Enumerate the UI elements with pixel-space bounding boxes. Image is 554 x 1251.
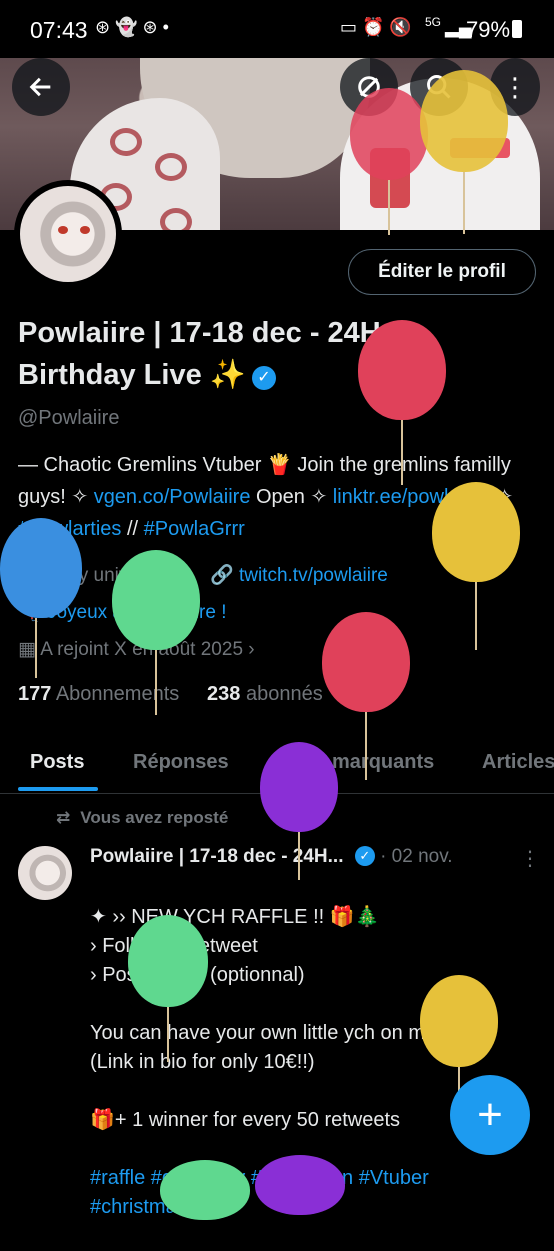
post-author[interactable]: Powlaiire | 17-18 dec - 24H... — [90, 846, 344, 867]
more-icon: ⋮ — [502, 72, 528, 102]
tab-posts[interactable]: Posts — [30, 751, 84, 774]
following-label: Abonnements — [55, 683, 180, 705]
notification-icons: ⊛ 👻 ⊛ • — [95, 17, 169, 37]
post-author-avatar[interactable] — [18, 846, 72, 900]
website-row[interactable]: 🔗 twitch.tv/powlaiire — [210, 563, 388, 587]
bio-link-vgen[interactable]: vgen.co/Powlaiire — [94, 486, 251, 508]
back-button[interactable] — [12, 58, 70, 116]
profile-handle: @Powlaiire — [18, 407, 120, 429]
repost-icon: ⇄ — [56, 808, 71, 827]
following-count: 177 — [18, 683, 52, 705]
followers-link[interactable]: 238 abonnés — [207, 683, 323, 705]
profile-avatar[interactable] — [14, 180, 122, 288]
compose-button[interactable]: + — [450, 1075, 530, 1155]
avatar-image — [20, 186, 116, 282]
repost-label: Vous avez reposté — [80, 808, 229, 827]
followers-label: abonnés — [245, 683, 323, 705]
status-bar: 07:43 ⊛ 👻 ⊛ • ▭ ⏰ 🔇 5G ▂▄ 79% — [0, 0, 554, 58]
repost-indicator: ⇄ Vous avez reposté — [56, 808, 228, 828]
follow-stats: 177 Abonnements 238 abonnés — [18, 683, 323, 706]
active-tab-indicator — [18, 787, 98, 791]
calendar-icon: ▦ — [18, 639, 36, 660]
network-label: 5G — [425, 15, 442, 29]
edit-profile-button[interactable]: Éditer le profil — [348, 249, 536, 295]
profile-name-text: Powlaiire | 17-18 dec - 24H Birthday Liv… — [18, 317, 381, 391]
post-date: · 02 nov. — [380, 846, 453, 867]
link-icon: 🔗 — [210, 565, 234, 586]
bio-hashtag-powlagrrr[interactable]: #PowlaGrrr — [144, 518, 245, 540]
bio-text: Open ✧ — [250, 486, 333, 508]
tab-articles[interactable]: Articles — [482, 751, 554, 774]
status-time: 07:43 — [30, 17, 88, 43]
arrow-left-icon — [29, 77, 51, 97]
chevron-right-icon: › — [248, 639, 255, 660]
verified-badge-icon: ✓ — [251, 366, 276, 390]
battery-level: 79% — [466, 17, 511, 42]
tab-replies[interactable]: Réponses — [133, 751, 229, 774]
post-header: Powlaiire | 17-18 dec - 24H... ✓ · 02 no… — [90, 846, 453, 868]
website-link[interactable]: twitch.tv/powlaiire — [239, 565, 388, 586]
verified-badge-icon: ✓ — [354, 846, 375, 866]
post-more-icon[interactable]: ⋮ — [520, 846, 540, 871]
system-icons: ▭ ⏰ 🔇 — [340, 17, 412, 37]
battery-icon — [512, 20, 522, 38]
followers-count: 238 — [207, 683, 241, 705]
bio-text: // — [121, 518, 144, 540]
plus-icon: + — [477, 1090, 503, 1139]
